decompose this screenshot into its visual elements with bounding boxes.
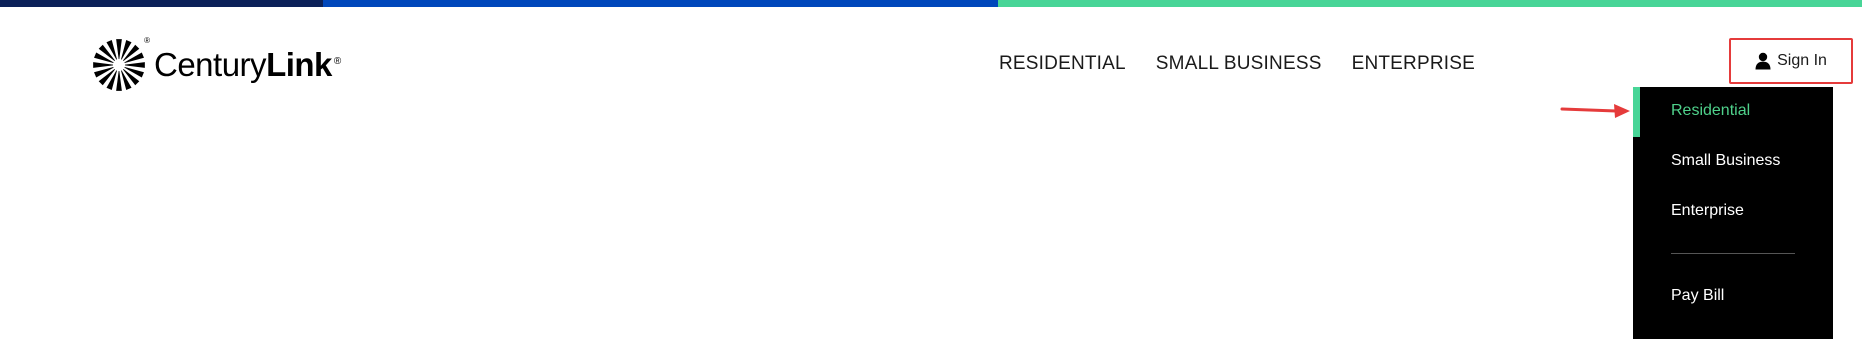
logo-name-bold: Link — [266, 46, 332, 83]
dropdown-item-residential[interactable]: Residential — [1671, 102, 1750, 120]
nav-residential[interactable]: RESIDENTIAL — [999, 53, 1126, 75]
centurylink-starburst-icon: ® — [92, 36, 150, 92]
red-arrow-icon — [1560, 104, 1630, 118]
sign-in-dropdown-menu: Residential Small Business Enterprise Pa… — [1633, 87, 1833, 339]
logo-name-regular: Century — [154, 46, 267, 83]
dropdown-item-pay-bill[interactable]: Pay Bill — [1671, 287, 1724, 305]
starburst-ray — [93, 62, 114, 68]
user-icon — [1755, 52, 1771, 70]
top-bar-segment-blue — [323, 0, 998, 7]
active-item-indicator — [1633, 87, 1640, 137]
logo-mark-registered: ® — [144, 36, 150, 45]
top-color-bar — [0, 0, 1862, 7]
dropdown-item-small-business[interactable]: Small Business — [1671, 152, 1780, 170]
main-nav: RESIDENTIAL SMALL BUSINESS ENTERPRISE — [999, 53, 1475, 75]
dropdown-divider — [1671, 253, 1795, 254]
nav-small-business[interactable]: SMALL BUSINESS — [1156, 53, 1322, 75]
logo-wordmark: CenturyLink ® — [154, 46, 341, 84]
dropdown-item-enterprise[interactable]: Enterprise — [1671, 202, 1744, 220]
top-bar-segment-green — [998, 0, 1862, 7]
nav-enterprise[interactable]: ENTERPRISE — [1352, 53, 1475, 75]
starburst-ray — [124, 62, 145, 68]
sign-in-button[interactable]: Sign In — [1729, 38, 1853, 84]
starburst-ray — [116, 39, 122, 60]
centurylink-logo[interactable]: ® CenturyLink ® — [92, 36, 341, 92]
sign-in-label: Sign In — [1777, 52, 1827, 69]
top-bar-segment-navy — [0, 0, 323, 7]
logo-registered: ® — [333, 56, 341, 67]
starburst-ray — [116, 70, 122, 91]
